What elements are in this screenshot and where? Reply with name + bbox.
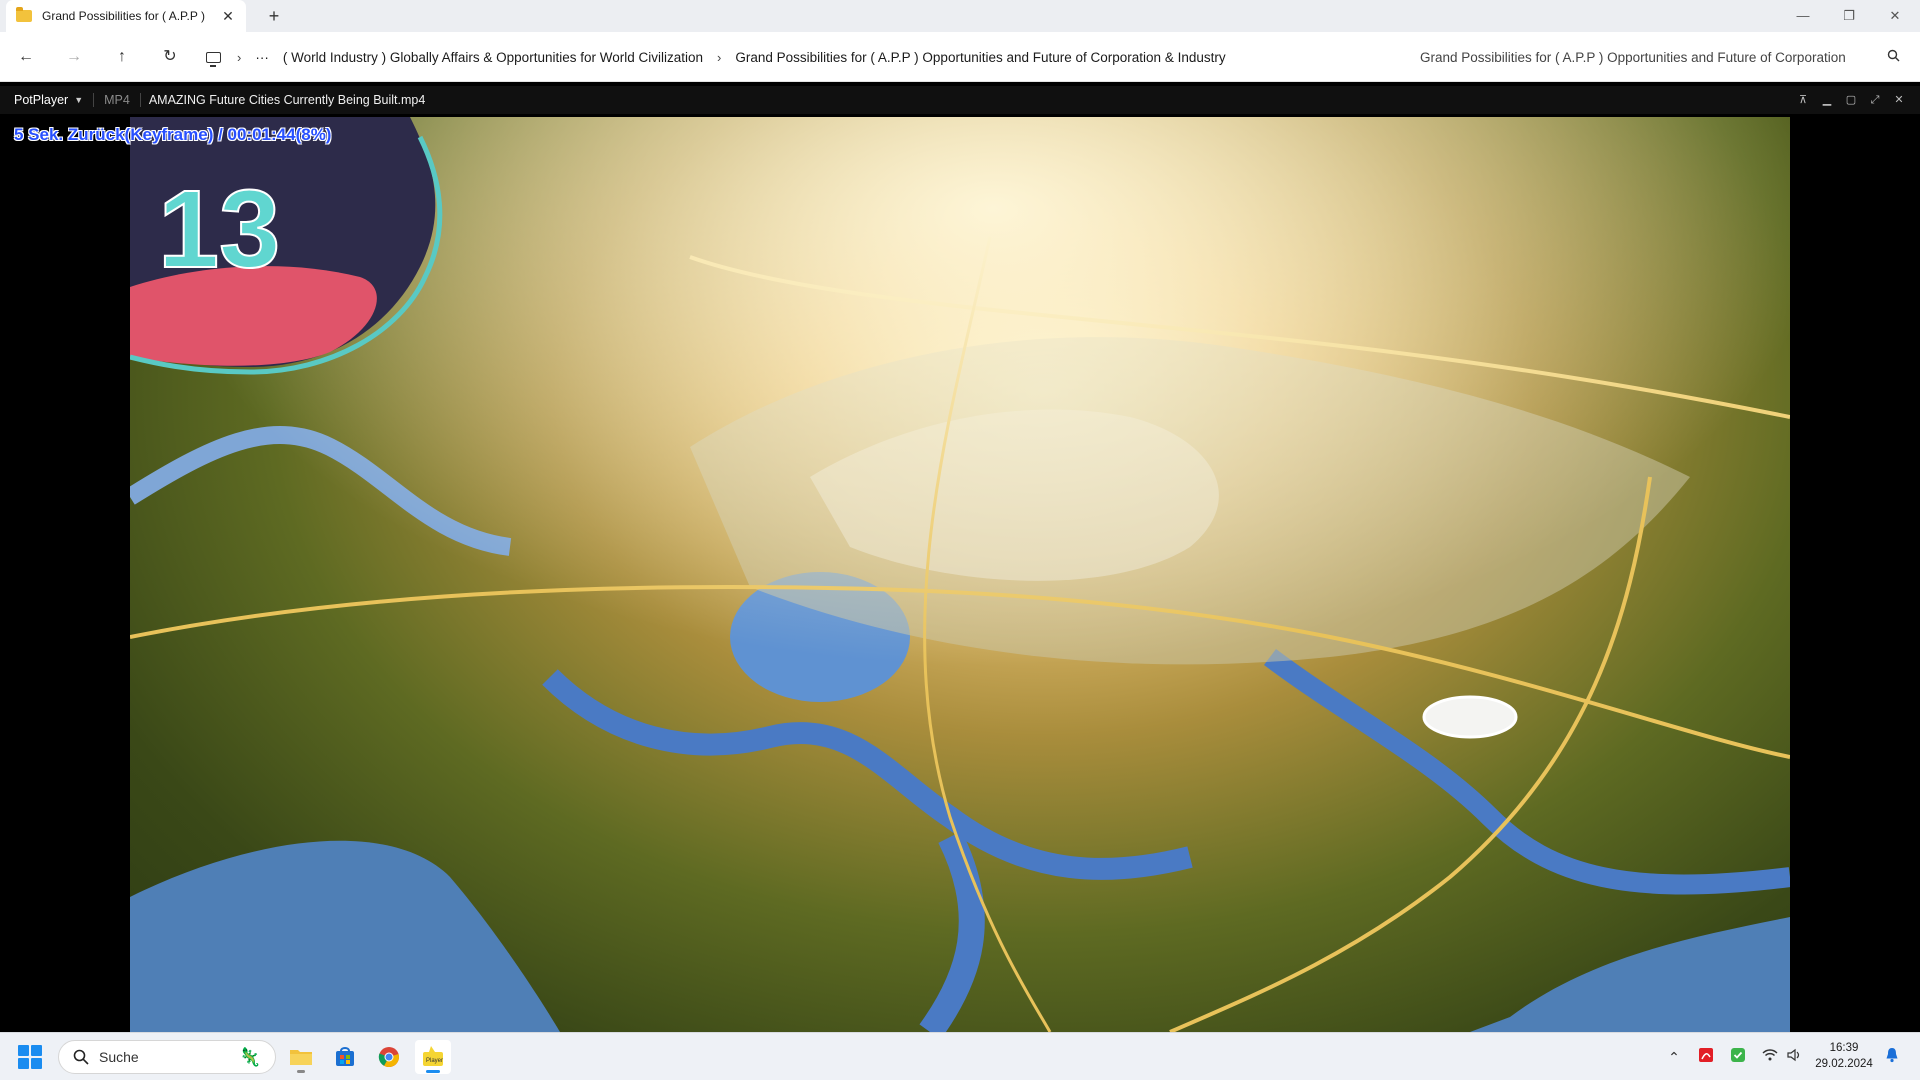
breadcrumb-overflow[interactable]: ···: [255, 50, 269, 65]
search-icon: [1887, 49, 1900, 65]
taskbar-microsoft-store[interactable]: [327, 1040, 363, 1074]
active-indicator: [426, 1070, 440, 1073]
taskbar-potplayer[interactable]: Player: [415, 1040, 451, 1074]
taskbar-chrome[interactable]: [371, 1040, 407, 1074]
windows-logo-icon: [18, 1058, 29, 1069]
explorer-address-bar: ← → ↑ ↻ › ··· ( World Industry ) Globall…: [0, 32, 1920, 82]
tab-title: Grand Possibilities for ( A.P.P ): [42, 9, 205, 23]
clock-date: 29.02.2024: [1815, 1058, 1873, 1070]
file-name: AMAZING Future Cities Currently Being Bu…: [148, 93, 426, 107]
close-window-button[interactable]: ✕: [1872, 4, 1918, 28]
acrobat-tray-icon[interactable]: [1696, 1047, 1716, 1067]
computer-icon[interactable]: [206, 51, 221, 67]
security-tray-icon[interactable]: [1728, 1047, 1748, 1067]
wifi-icon[interactable]: [1760, 1047, 1780, 1067]
potplayer-menu-button[interactable]: PotPlayer ▼: [0, 86, 93, 114]
pin-icon[interactable]: ⊼: [1796, 93, 1810, 107]
windows-logo-icon: [31, 1045, 42, 1056]
player-title-bar: PotPlayer ▼ MP4 AMAZING Future Cities Cu…: [0, 86, 1920, 114]
volume-icon[interactable]: [1784, 1047, 1804, 1067]
potplayer-window: PotPlayer ▼ MP4 AMAZING Future Cities Cu…: [0, 82, 1920, 1032]
explorer-tab[interactable]: Grand Possibilities for ( A.P.P ) ✕: [6, 0, 246, 32]
video-badge-number: 13: [158, 168, 280, 291]
svg-text:Player: Player: [426, 1058, 443, 1064]
start-button[interactable]: [18, 1045, 42, 1069]
player-maximize-button[interactable]: ▢: [1844, 93, 1858, 107]
folder-icon: [16, 7, 32, 22]
forward-button[interactable]: →: [62, 45, 86, 69]
player-minimize-button[interactable]: ▁: [1820, 93, 1834, 107]
search-icon: [73, 1049, 89, 1065]
aerial-city-image: 13: [130, 117, 1790, 1032]
search-input[interactable]: Grand Possibilities for ( A.P.P ) Opport…: [1408, 41, 1912, 73]
breadcrumb: › ··· ( World Industry ) Globally Affair…: [206, 42, 1402, 72]
chevron-down-icon: ▼: [74, 95, 84, 105]
chevron-right-icon[interactable]: ›: [717, 50, 721, 65]
breadcrumb-item[interactable]: ( World Industry ) Globally Affairs & Op…: [283, 50, 703, 65]
windows-logo-icon: [18, 1045, 29, 1056]
player-close-button[interactable]: ✕: [1892, 93, 1906, 107]
player-fullscreen-button[interactable]: ⤢: [1868, 93, 1882, 107]
notification-bell-icon[interactable]: [1882, 1047, 1902, 1067]
taskbar-search-label: Suche: [99, 1049, 139, 1065]
format-badge: MP4: [104, 93, 130, 107]
taskbar-file-explorer[interactable]: [283, 1040, 319, 1074]
clock-time: 16:39: [1829, 1042, 1859, 1054]
minimize-button[interactable]: —: [1780, 4, 1826, 28]
tab-close-button[interactable]: ✕: [220, 8, 236, 25]
explorer-tab-bar: Grand Possibilities for ( A.P.P ) ✕ + — …: [0, 0, 1920, 32]
windows-taskbar: Suche 🦎 Player ⌃ 16:39 29.02.2024: [0, 1032, 1920, 1080]
app-name: PotPlayer: [14, 93, 69, 107]
new-tab-button[interactable]: +: [262, 4, 286, 28]
osd-seek-message: 5 Sek. Zurück(Keyframe) / 00:01:44(8%): [14, 125, 332, 144]
chrome-icon: [378, 1047, 399, 1068]
chevron-up-icon[interactable]: ⌃: [1664, 1047, 1684, 1067]
potplayer-icon: Player: [423, 1046, 443, 1066]
running-indicator: [297, 1070, 305, 1073]
chevron-right-icon[interactable]: ›: [237, 50, 241, 65]
restore-button[interactable]: ❐: [1826, 4, 1872, 28]
back-button[interactable]: ←: [14, 45, 38, 69]
taskbar-clock[interactable]: 16:39 29.02.2024: [1808, 1040, 1880, 1072]
windows-logo-icon: [31, 1058, 42, 1069]
taskbar-search[interactable]: Suche 🦎: [58, 1040, 276, 1074]
search-highlight-icon: 🦎: [238, 1046, 261, 1067]
refresh-button[interactable]: ↻: [158, 45, 182, 69]
breadcrumb-item[interactable]: Grand Possibilities for ( A.P.P ) Opport…: [735, 50, 1225, 65]
search-placeholder: Grand Possibilities for ( A.P.P ) Opport…: [1420, 49, 1846, 65]
video-frame[interactable]: 13: [130, 117, 1790, 1032]
store-icon: [336, 1047, 354, 1066]
up-button[interactable]: ↑: [110, 45, 134, 69]
file-explorer-icon: [290, 1050, 312, 1065]
